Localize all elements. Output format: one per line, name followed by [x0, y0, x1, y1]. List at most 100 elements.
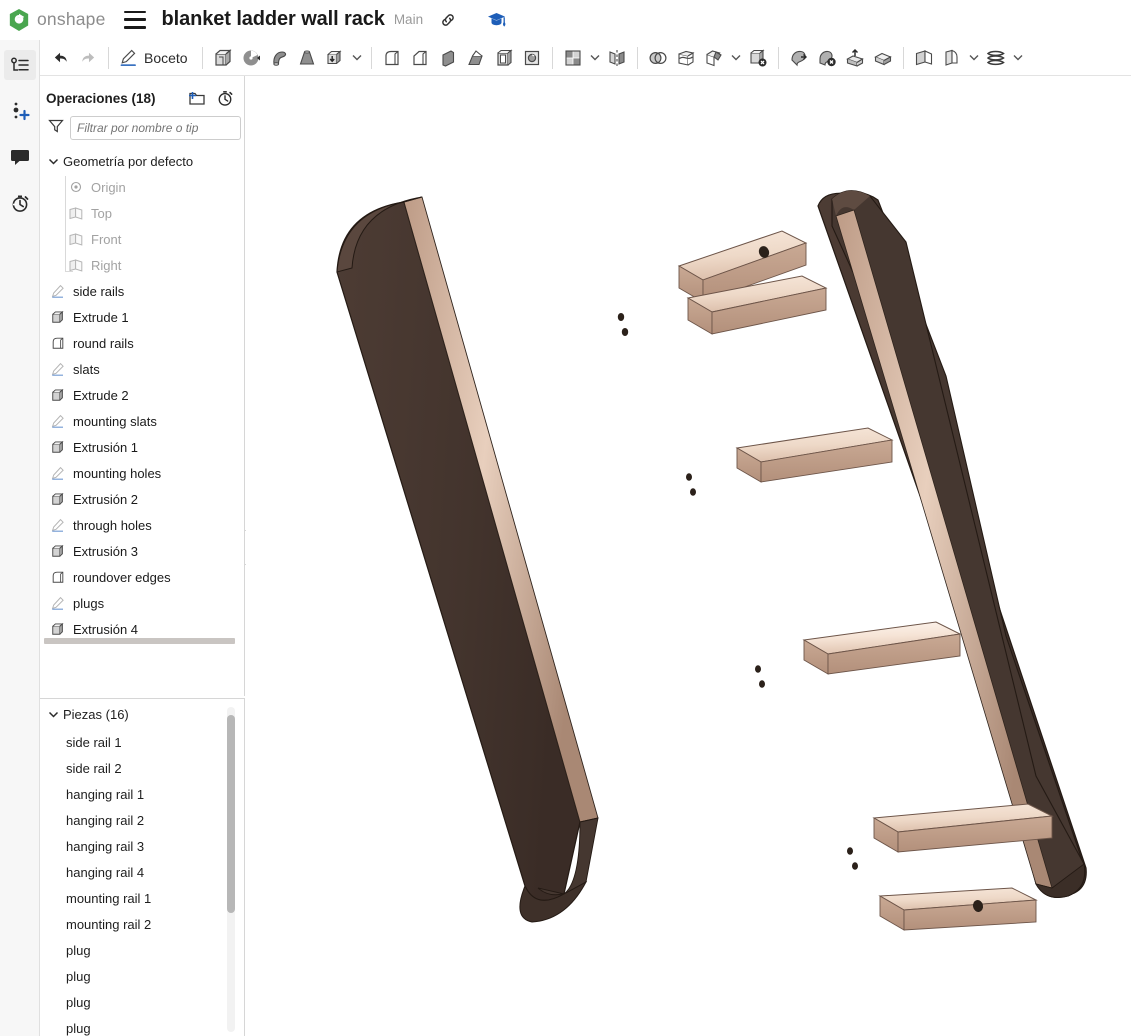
list-item[interactable]: hanging rail 3 — [40, 833, 244, 859]
feature-history-icon[interactable] — [214, 88, 236, 108]
parts-panel: Piezas (16) side rail 1 side rail 2 hang… — [40, 698, 245, 1036]
through-hole — [622, 328, 628, 336]
mounting-rail-2[interactable] — [880, 888, 1036, 930]
revolve-button[interactable] — [237, 44, 265, 72]
extrude-button[interactable] — [209, 44, 237, 72]
tree-item-extrude-1[interactable]: Extrude 1 — [40, 304, 244, 330]
extrude-group-chevron-down-icon[interactable] — [349, 44, 365, 72]
loft-icon — [297, 48, 317, 68]
mirror-button[interactable] — [603, 44, 631, 72]
list-item[interactable]: hanging rail 4 — [40, 859, 244, 885]
onshape-logo[interactable]: onshape — [8, 8, 106, 32]
tree-item-label: plugs — [73, 596, 104, 611]
sidebar-item-insert-version[interactable] — [4, 96, 36, 126]
split-button[interactable] — [672, 44, 700, 72]
delete-part-button[interactable] — [744, 44, 772, 72]
tree-item-extrusion-3[interactable]: Extrusión 3 — [40, 538, 244, 564]
shell-button[interactable] — [490, 44, 518, 72]
fillet-button[interactable] — [378, 44, 406, 72]
sidebar-item-history[interactable] — [4, 188, 36, 218]
sidebar-item-comments[interactable] — [4, 142, 36, 172]
list-item[interactable]: plug — [40, 989, 244, 1015]
tree-item-extrude-2[interactable]: Extrude 2 — [40, 382, 244, 408]
extrude-icon — [48, 388, 68, 402]
sketch-label: Boceto — [144, 50, 188, 66]
tree-item-origin[interactable]: Origin — [40, 174, 244, 200]
tree-item-plugs[interactable]: plugs — [40, 590, 244, 616]
list-item[interactable]: side rail 1 — [40, 729, 244, 755]
draft-button[interactable] — [462, 44, 490, 72]
pattern-chevron-down-icon[interactable] — [587, 44, 603, 72]
sweep-button[interactable] — [265, 44, 293, 72]
hamburger-menu-icon[interactable] — [124, 11, 146, 29]
parts-panel-header[interactable]: Piezas (16) — [40, 699, 244, 729]
boolean-button[interactable] — [644, 44, 672, 72]
tree-item-round-rails[interactable]: round rails — [40, 330, 244, 356]
list-item[interactable]: hanging rail 2 — [40, 807, 244, 833]
parts-scrollbar-thumb[interactable] — [227, 715, 235, 913]
variable-button[interactable] — [982, 44, 1010, 72]
chamfer-button[interactable] — [406, 44, 434, 72]
tree-item-label: slats — [73, 362, 100, 377]
tree-item-top-plane[interactable]: Top — [40, 200, 244, 226]
tree-item-right-plane[interactable]: Right — [40, 252, 244, 278]
tree-item-slats[interactable]: slats — [40, 356, 244, 382]
tree-item-extrusion-1[interactable]: Extrusión 1 — [40, 434, 244, 460]
rollback-bar[interactable] — [44, 638, 235, 644]
left-icon-rail — [0, 40, 40, 1036]
variable-chevron-down-icon[interactable] — [1010, 44, 1026, 72]
sketch-icon — [48, 414, 68, 428]
loft-button[interactable] — [293, 44, 321, 72]
filter-icon[interactable] — [48, 118, 64, 139]
list-item[interactable]: side rail 2 — [40, 755, 244, 781]
page-title: blanket ladder wall rack — [162, 8, 385, 31]
sheet-metal-chevron-down-icon[interactable] — [966, 44, 982, 72]
tree-item-front-plane[interactable]: Front — [40, 226, 244, 252]
tree-item-through-holes[interactable]: through holes — [40, 512, 244, 538]
list-item[interactable]: mounting rail 1 — [40, 885, 244, 911]
list-item[interactable]: mounting rail 2 — [40, 911, 244, 937]
tree-item-mounting-holes[interactable]: mounting holes — [40, 460, 244, 486]
transform-button[interactable] — [700, 44, 728, 72]
sheet-metal-button[interactable] — [938, 44, 966, 72]
list-item[interactable]: plug — [40, 963, 244, 989]
rib-button[interactable] — [434, 44, 462, 72]
graphics-viewport[interactable] — [246, 76, 1131, 1036]
tree-group-default-geometry[interactable]: Geometría por defecto — [40, 148, 244, 174]
sketch-icon — [48, 518, 68, 532]
plane-button[interactable] — [910, 44, 938, 72]
list-item[interactable]: plug — [40, 1015, 244, 1036]
add-feature-icon[interactable] — [186, 88, 208, 108]
import-button[interactable] — [841, 44, 869, 72]
pattern-button[interactable] — [559, 44, 587, 72]
list-item[interactable]: hanging rail 1 — [40, 781, 244, 807]
draft-icon — [466, 48, 486, 68]
rib-icon — [438, 48, 458, 68]
sidebar-item-feature-list[interactable] — [4, 50, 36, 80]
delete-face-button[interactable] — [813, 44, 841, 72]
link-icon[interactable] — [439, 11, 457, 29]
sketch-button[interactable]: Boceto — [115, 44, 196, 72]
through-hole — [759, 680, 765, 688]
tree-item-roundover-edges[interactable]: roundover edges — [40, 564, 244, 590]
redo-button[interactable] — [74, 44, 102, 72]
thicken-button[interactable] — [321, 44, 349, 72]
tree-item-side-rails[interactable]: side rails — [40, 278, 244, 304]
through-hole — [755, 665, 761, 673]
undo-button[interactable] — [46, 44, 74, 72]
fillet-icon — [382, 48, 402, 68]
tree-item-mounting-slats[interactable]: mounting slats — [40, 408, 244, 434]
thicken-icon — [325, 48, 345, 68]
onshape-logo-icon — [8, 8, 30, 32]
through-hole — [852, 862, 858, 870]
transform-chevron-down-icon[interactable] — [728, 44, 744, 72]
tree-item-label: round rails — [73, 336, 134, 351]
feature-filter-input[interactable] — [70, 116, 241, 140]
graduation-cap-icon[interactable] — [487, 11, 506, 28]
hole-button[interactable] — [518, 44, 546, 72]
move-face-button[interactable] — [785, 44, 813, 72]
derive-button[interactable] — [869, 44, 897, 72]
tree-item-extrusion-2[interactable]: Extrusión 2 — [40, 486, 244, 512]
list-item[interactable]: plug — [40, 937, 244, 963]
tree-item-label: mounting slats — [73, 414, 157, 429]
